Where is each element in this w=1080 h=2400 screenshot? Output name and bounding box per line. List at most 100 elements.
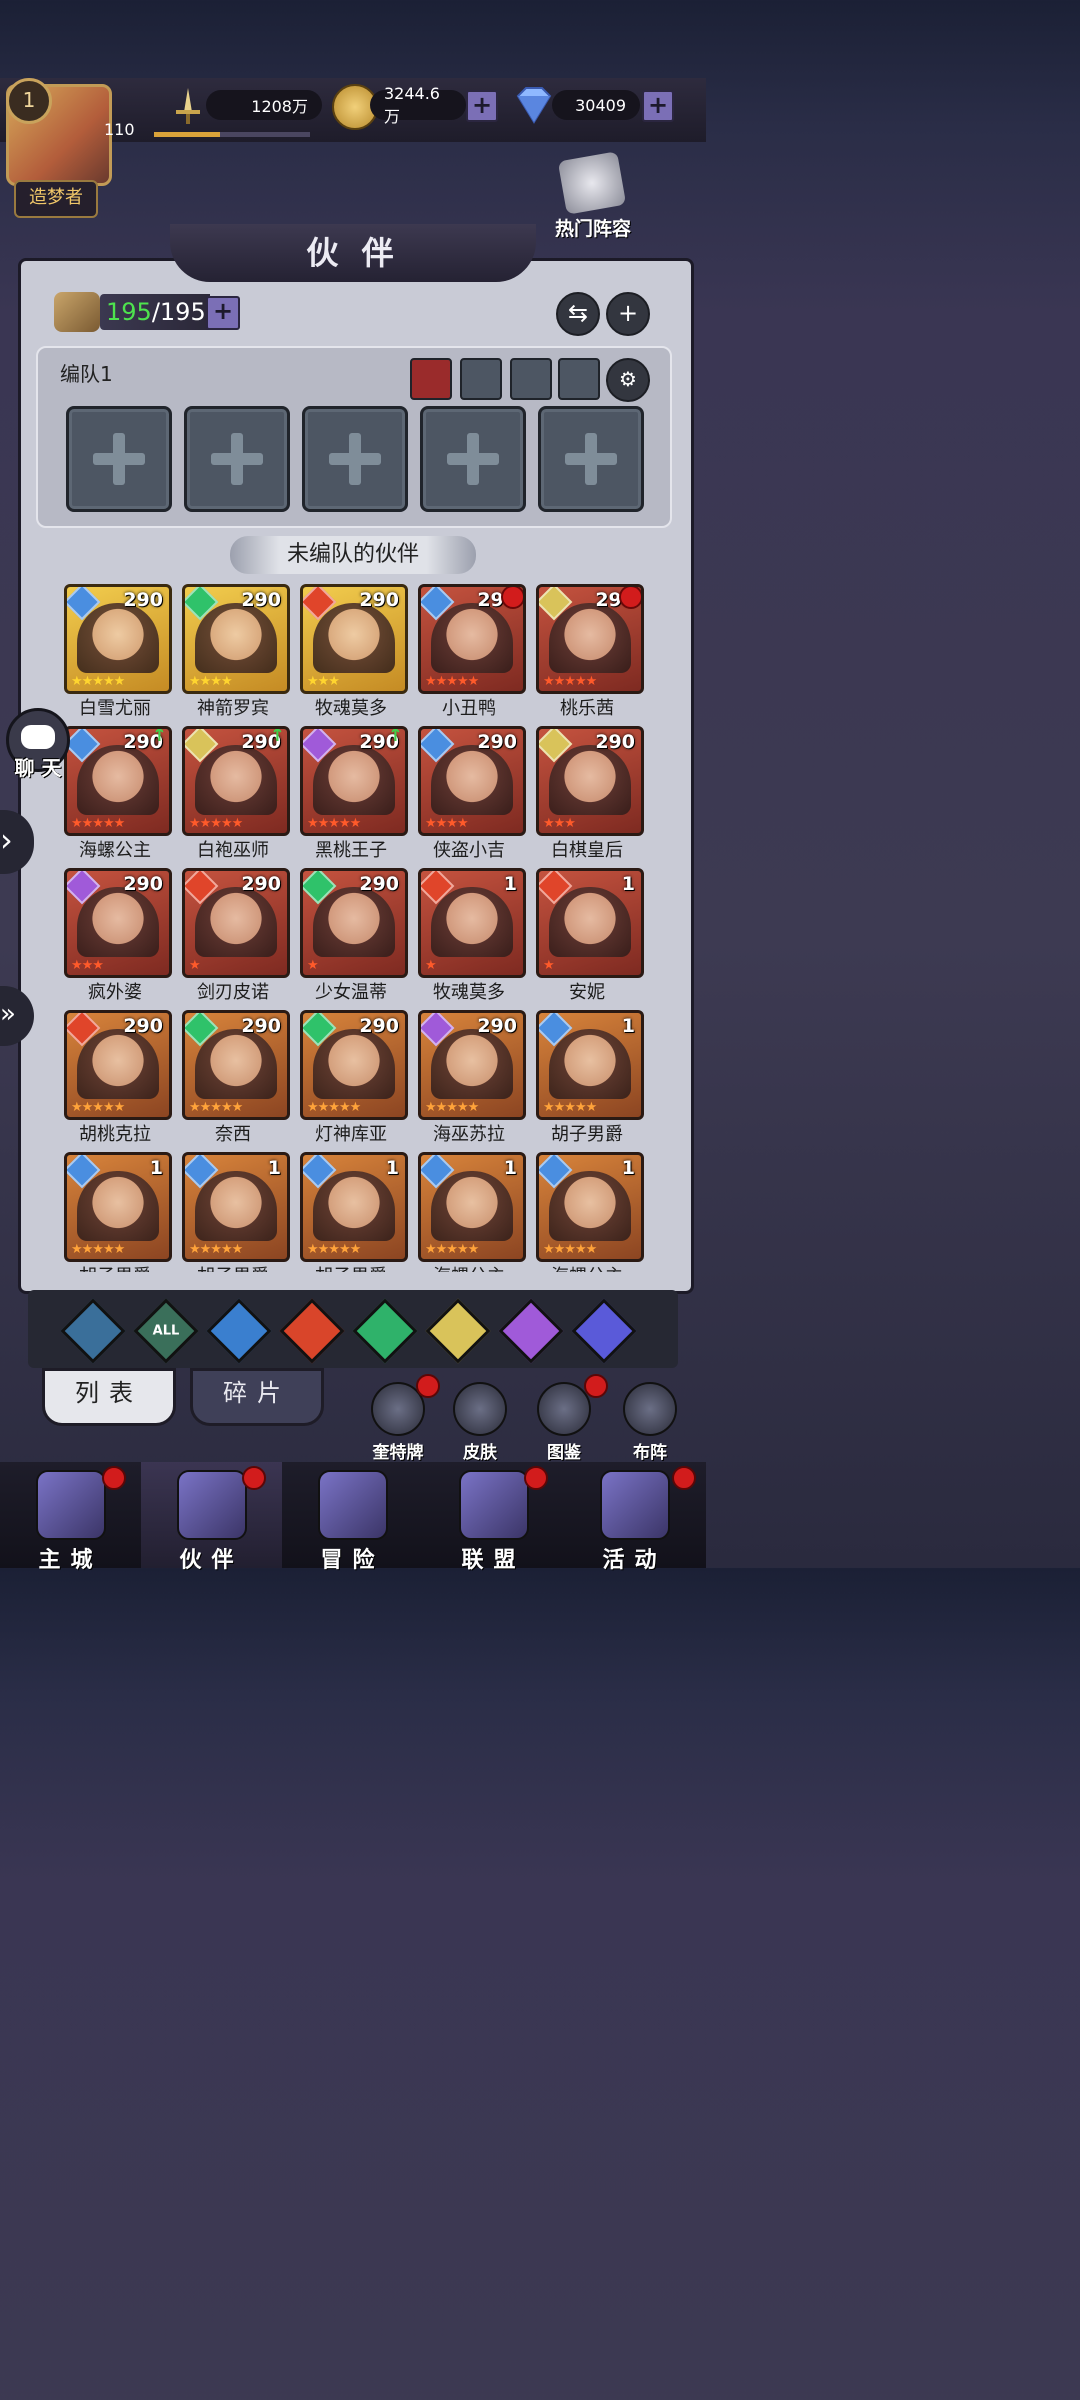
partner-level: 290 [241, 873, 281, 895]
unassigned-partners-header: 未编队的伙伴 [230, 536, 476, 574]
partner-name: 疯外婆 [88, 982, 142, 1003]
partner-portrait [195, 745, 277, 815]
partner-portrait [77, 1171, 159, 1241]
gear-icon[interactable]: ⚙ [606, 358, 650, 402]
partner-level: 1 [621, 1015, 635, 1037]
star-rating: ★★★★★ [189, 816, 243, 831]
formation-4-button[interactable] [558, 358, 600, 400]
partner-card[interactable]: 290 ★ [300, 868, 408, 978]
formation-3-button[interactable] [510, 358, 552, 400]
add-diamond-button[interactable]: + [642, 90, 674, 122]
tab-fragments[interactable]: 碎片 [190, 1368, 324, 1426]
plus-icon [447, 433, 499, 485]
partner-level: 290 [359, 873, 399, 895]
partner-level: 1 [385, 1157, 399, 1179]
partner-level: 290 [477, 731, 517, 753]
notification-dot [524, 1466, 548, 1490]
partner-card[interactable]: 290 ★★★★★ ↑ [64, 726, 172, 836]
partners-icon [54, 292, 100, 332]
partner-level: 290 [123, 873, 163, 895]
skin-shortcut[interactable]: 皮肤 [444, 1382, 516, 1463]
partner-card[interactable]: 1 ★★★★★ [536, 1010, 644, 1120]
add-gold-button[interactable]: + [466, 90, 498, 122]
star-rating: ★★★★★ [189, 1242, 243, 1257]
team-slot-4[interactable] [420, 406, 526, 512]
partner-card[interactable]: 290 ★★★★★ [536, 584, 644, 694]
partner-card[interactable]: 290 ★★★ [536, 726, 644, 836]
partner-name: 小丑鸭 [442, 698, 496, 719]
partner-card[interactable]: 290 ★★★★★ [64, 584, 172, 694]
star-rating: ★ [425, 958, 437, 973]
team-slot-2[interactable] [184, 406, 290, 512]
power-sword-icon [168, 86, 208, 126]
plus-icon [565, 433, 617, 485]
formation-shortcut[interactable]: 布阵 [614, 1382, 686, 1463]
partner-card[interactable]: 290 ★★★★ [418, 726, 526, 836]
partner-card[interactable]: 290 ★★★★ [182, 584, 290, 694]
formation-2-button[interactable] [460, 358, 502, 400]
star-rating: ★★★★★ [189, 1100, 243, 1115]
partner-card[interactable]: 1 ★★★★★ [418, 1152, 526, 1262]
chat-label[interactable]: 聊 天 [8, 752, 68, 781]
partner-portrait [77, 745, 159, 815]
partner-level: 290 [241, 589, 281, 611]
tab-list[interactable]: 列表 [42, 1368, 176, 1426]
partner-portrait [77, 887, 159, 957]
nav-adventure[interactable]: 冒险 [282, 1462, 423, 1573]
notification-dot [584, 1374, 608, 1398]
partner-name: 桃乐茜 [560, 698, 614, 719]
star-rating: ★★★ [71, 958, 104, 973]
partner-card[interactable]: 290 ★★★★★ ↑ [182, 726, 290, 836]
partner-card[interactable]: 290 ★ [182, 868, 290, 978]
partner-card[interactable]: 1 ★★★★★ [536, 1152, 644, 1262]
star-rating: ★★★★★ [307, 816, 361, 831]
star-rating: ★★★ [307, 674, 340, 689]
player-title-badge[interactable]: 造梦者 [14, 180, 98, 218]
partner-portrait [431, 745, 513, 815]
player-exp-number: 110 [104, 120, 135, 139]
hot-lineup-label[interactable]: 热门阵容 [540, 214, 646, 241]
partner-card[interactable]: 290 ★★★ [64, 868, 172, 978]
partner-level: 1 [267, 1157, 281, 1179]
partner-card[interactable]: 290 ★★★★★ [418, 1010, 526, 1120]
partner-portrait [313, 603, 395, 673]
partner-card[interactable]: 290 ★★★★★ [64, 1010, 172, 1120]
partner-card[interactable]: 1 ★ [536, 868, 644, 978]
partner-card[interactable]: 1 ★ [418, 868, 526, 978]
partner-portrait [195, 887, 277, 957]
partner-portrait [313, 1029, 395, 1099]
star-rating: ★★★ [543, 816, 576, 831]
partner-level: 290 [359, 1015, 399, 1037]
partner-card[interactable]: 290 ★★★★★ ↑ [300, 726, 408, 836]
add-icon[interactable]: + [606, 292, 650, 336]
partner-name: 剑刃皮诺 [197, 982, 269, 1003]
star-rating: ★★★★★ [543, 674, 597, 689]
partner-name: 安妮 [569, 982, 605, 1003]
partner-card[interactable]: 290 ★★★ [300, 584, 408, 694]
team-slot-5[interactable] [538, 406, 644, 512]
partner-card[interactable]: 290 ★★★★★ [418, 584, 526, 694]
swap-icon[interactable]: ⇆ [556, 292, 600, 336]
partner-level: 1 [149, 1157, 163, 1179]
expand-capacity-button[interactable]: + [206, 296, 240, 330]
partner-card[interactable]: 1 ★★★★★ [64, 1152, 172, 1262]
partner-portrait [195, 1171, 277, 1241]
partner-level: 290 [477, 1015, 517, 1037]
partner-card[interactable]: 1 ★★★★★ [300, 1152, 408, 1262]
partner-card[interactable]: 1 ★★★★★ [182, 1152, 290, 1262]
formation-1-button[interactable] [410, 358, 452, 400]
team-slot-1[interactable] [66, 406, 172, 512]
exp-bar [154, 132, 310, 137]
diamond-icon [512, 84, 556, 126]
power-value: 1208万 [206, 90, 322, 120]
team-slot-3[interactable] [302, 406, 408, 512]
partner-name: 胡子男爵 [551, 1124, 623, 1145]
star-rating: ★★★★ [189, 674, 233, 689]
partner-card[interactable]: 290 ★★★★★ [182, 1010, 290, 1120]
partner-portrait [431, 1171, 513, 1241]
star-rating: ★★★★★ [71, 674, 125, 689]
partner-card[interactable]: 290 ★★★★★ [300, 1010, 408, 1120]
plus-icon [93, 433, 145, 485]
star-rating: ★★★★★ [71, 1100, 125, 1115]
hot-lineup-icon[interactable] [557, 151, 627, 215]
